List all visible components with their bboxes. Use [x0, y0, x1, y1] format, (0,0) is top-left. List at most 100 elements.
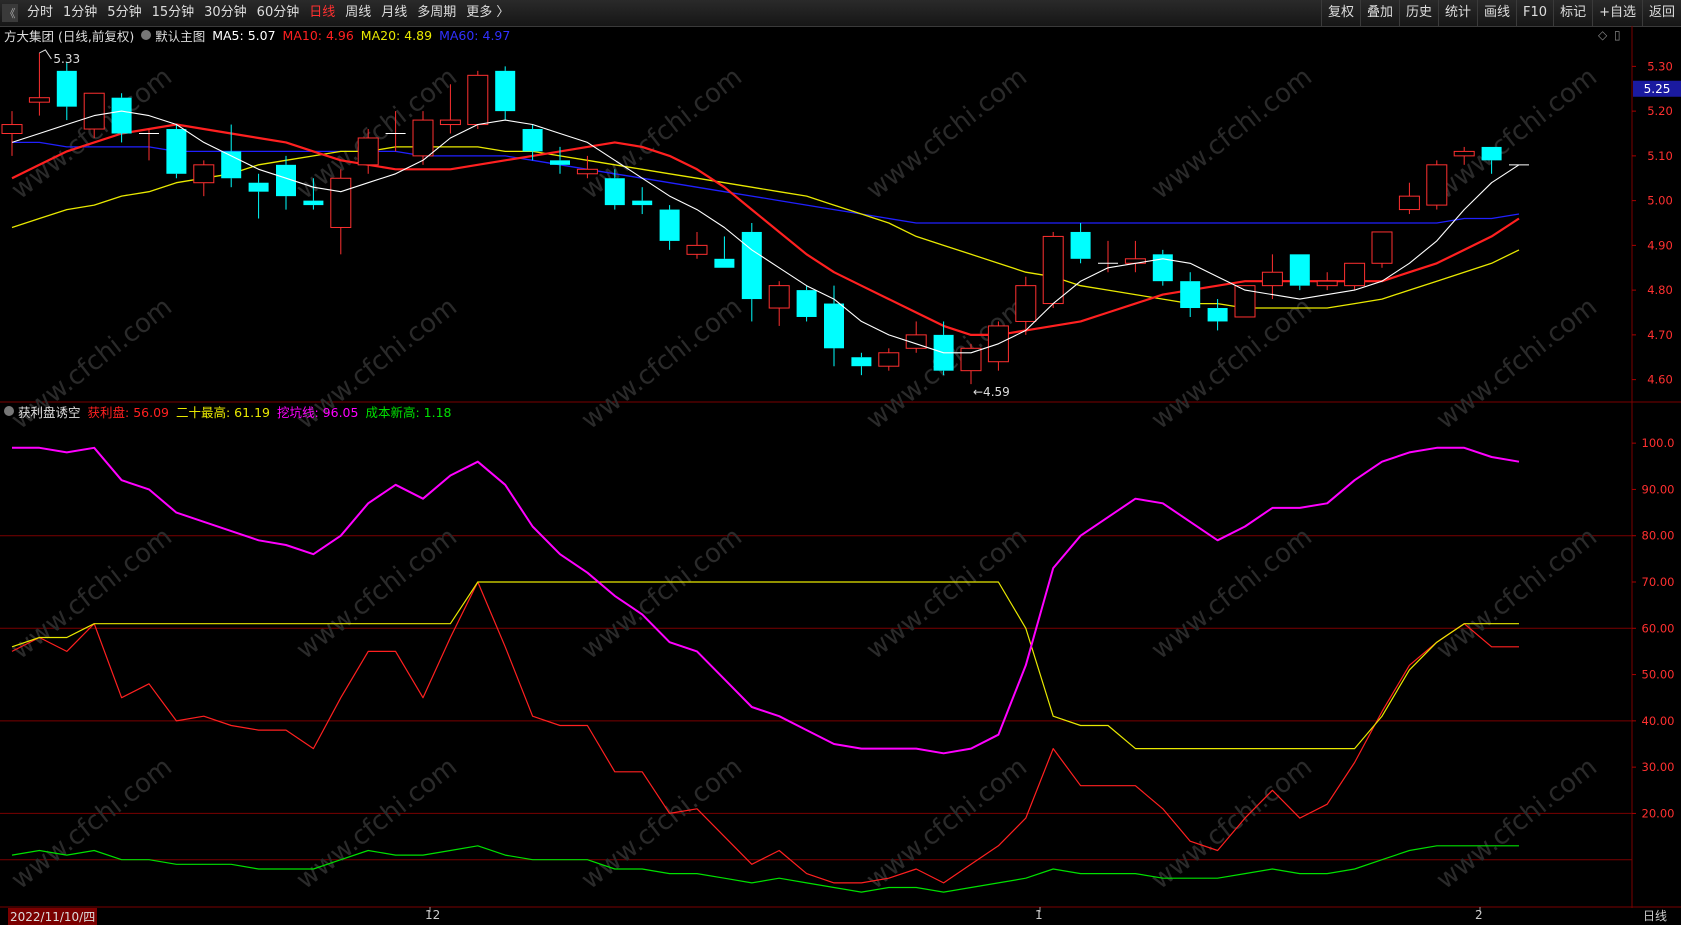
watermark: www.cfchi.com — [576, 752, 748, 896]
high-marker — [39, 49, 52, 60]
watermark: www.cfchi.com — [861, 522, 1033, 666]
y-tick-label: 30.00 — [1642, 760, 1675, 774]
y-tick-label: 100.0 — [1642, 436, 1675, 450]
candle-body — [741, 231, 762, 300]
candle-body — [193, 164, 215, 184]
candle-body — [303, 200, 324, 206]
stock-title[interactable]: 方大集团 (日线,前复权) — [4, 26, 134, 45]
y-tick-label: 20.00 — [1642, 806, 1675, 820]
candle-body — [56, 70, 77, 107]
series-dig — [12, 446, 1520, 755]
cost-label: 成本新高: 1.18 — [365, 404, 452, 420]
candle-body — [1344, 262, 1366, 287]
ma60-label: MA60: 4.97 — [439, 27, 511, 43]
candle-body — [960, 347, 982, 372]
candle-body — [796, 290, 817, 317]
candle-body — [83, 92, 105, 130]
watermark: www.cfchi.com — [1146, 752, 1318, 896]
low-label: ←4.59 — [973, 385, 1010, 399]
series-profit — [11, 581, 1519, 884]
y-tick-label: 60.00 — [1642, 621, 1675, 635]
candle-body — [439, 119, 461, 126]
template-name[interactable]: 默认主图 — [155, 26, 205, 45]
candle-body — [1180, 281, 1201, 309]
settings-icon[interactable] — [141, 30, 152, 40]
watermark: www.cfchi.com — [1431, 292, 1603, 436]
y-tick-label: 40.00 — [1642, 714, 1675, 728]
main-legend: 方大集团 (日线,前复权) 默认主图 MA5: 5.07 MA10: 4.96 … — [4, 26, 517, 45]
current-price-label: 5.25 — [1644, 82, 1671, 96]
watermark: www.cfchi.com — [1431, 62, 1603, 206]
y-tick-label: 90.00 — [1642, 482, 1675, 496]
watermark: www.cfchi.com — [1431, 522, 1603, 666]
watermark: www.cfchi.com — [1146, 292, 1318, 436]
series-high20 — [11, 581, 1519, 750]
candle-body — [467, 74, 489, 126]
candle-body — [1042, 235, 1064, 305]
diamond-icon[interactable]: ◇ — [1598, 28, 1607, 42]
candle-body — [768, 285, 790, 309]
dig-label: 挖坑线: 96.05 — [276, 404, 359, 420]
candle-body — [330, 177, 352, 228]
candle-body — [1289, 254, 1310, 286]
candle-body — [824, 303, 844, 349]
y-tick-label: 4.90 — [1647, 238, 1673, 252]
candle-body — [357, 137, 379, 166]
date-label-start: 2022/11/10/四 — [8, 908, 98, 925]
candle-body — [632, 200, 653, 206]
candle-body — [248, 182, 269, 192]
watermark: www.cfchi.com — [6, 522, 178, 666]
candle-body — [878, 352, 900, 367]
watermark: www.cfchi.com — [1146, 62, 1318, 206]
candle-body — [1453, 150, 1475, 157]
candle-body — [604, 178, 625, 206]
candle-body — [28, 97, 50, 103]
candle-body — [851, 357, 872, 367]
ma20-label: MA20: 4.89 — [360, 27, 433, 43]
candle-body — [1070, 231, 1091, 259]
y-tick-label: 50.00 — [1642, 668, 1675, 682]
watermark: www.cfchi.com — [576, 62, 748, 206]
series-cost — [11, 845, 1519, 893]
y-tick-label: 80.00 — [1642, 529, 1675, 543]
candle-body — [412, 119, 434, 157]
watermark: www.cfchi.com — [291, 522, 463, 666]
high20-label: 二十最高: 61.19 — [176, 404, 270, 420]
candle-body — [1015, 285, 1037, 322]
window-icon[interactable]: ▯ — [1614, 28, 1621, 42]
candle-body — [659, 209, 680, 241]
candle-body — [1398, 195, 1420, 211]
candle-body — [1316, 280, 1338, 287]
candle-body — [1426, 164, 1448, 206]
watermark: www.cfchi.com — [576, 292, 748, 436]
watermark: www.cfchi.com — [861, 752, 1033, 896]
watermark: www.cfchi.com — [291, 62, 463, 206]
candle-body — [1, 124, 23, 135]
date-label-dec: 12 — [425, 908, 441, 922]
y-tick-label: 5.30 — [1647, 59, 1673, 73]
candle-body — [1261, 271, 1283, 287]
watermark: www.cfchi.com — [576, 522, 748, 666]
candle-body — [1207, 308, 1228, 322]
candle-body — [714, 258, 735, 268]
y-tick-label: 5.10 — [1647, 149, 1673, 163]
y-tick-label: 4.60 — [1647, 373, 1673, 387]
settings-icon[interactable] — [4, 406, 14, 416]
candle-body — [522, 129, 543, 152]
ma5-label: MA5: 5.07 — [212, 27, 276, 43]
date-label-jan: 1 — [1035, 908, 1043, 922]
date-label-feb: 2 — [1475, 908, 1483, 922]
watermark: www.cfchi.com — [1146, 522, 1318, 666]
kline-chart[interactable]: www.cfchi.com www.cfchi.com www.cfchi.com w… — [0, 0, 1681, 922]
y-tick-label: 5.20 — [1647, 104, 1673, 118]
candle-body — [111, 97, 132, 134]
high-label: 5.33 — [53, 52, 80, 66]
profit-label: 获利盘: 56.09 — [87, 404, 169, 420]
watermark: www.cfchi.com — [291, 752, 463, 896]
indicator-name[interactable]: 获利盘诱空 — [18, 402, 81, 421]
period-label: 日线 — [1642, 909, 1667, 923]
y-tick-label: 4.70 — [1647, 328, 1673, 342]
date-axis: 2022/11/10/四 12 1 2 — [0, 908, 1681, 925]
y-tick-label: 70.00 — [1642, 575, 1675, 589]
y-tick-label: 4.80 — [1647, 283, 1673, 297]
